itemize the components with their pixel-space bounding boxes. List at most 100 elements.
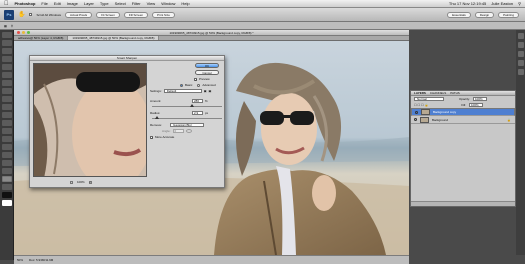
angle-input[interactable]: 0 xyxy=(172,129,184,133)
tab-adhesive[interactable]: adhesive@ 50% (Layer 4, RGB/8) xyxy=(14,36,69,40)
quick-select-tool-icon[interactable] xyxy=(2,56,12,62)
ok-button[interactable]: OK xyxy=(195,63,219,68)
pen-tool-icon[interactable] xyxy=(2,144,12,150)
type-tool-icon[interactable] xyxy=(2,152,12,158)
menu-type[interactable]: Type xyxy=(100,1,109,6)
radius-input[interactable]: 2.9 xyxy=(192,111,203,115)
move-tool-icon[interactable] xyxy=(2,32,12,38)
settings-select[interactable]: Default xyxy=(163,89,202,93)
basic-radio[interactable] xyxy=(180,83,183,87)
zoom-tool-icon[interactable] xyxy=(2,184,12,190)
workspace-essentials[interactable]: Essentials xyxy=(447,11,471,18)
actual-pixels-button[interactable]: Actual Pixels xyxy=(65,11,93,18)
status-zoom[interactable]: 50% xyxy=(17,258,23,262)
dodge-tool-icon[interactable] xyxy=(2,136,12,142)
menu-select[interactable]: Select xyxy=(115,1,126,6)
angle-label: Angle: xyxy=(162,129,171,133)
apple-icon[interactable]:  xyxy=(4,1,9,7)
remove-label: Remove: xyxy=(150,123,163,127)
crop-tool-icon[interactable] xyxy=(2,64,12,70)
tab-channels[interactable]: CHANNELS xyxy=(430,91,446,95)
advanced-radio[interactable] xyxy=(197,83,201,87)
menu-image[interactable]: Image xyxy=(67,1,78,6)
fit-screen-button[interactable]: Fit Screen xyxy=(96,11,120,18)
color-panel-icon[interactable] xyxy=(517,51,524,57)
zoom-icon[interactable]: ⚲ xyxy=(11,24,13,28)
lasso-tool-icon[interactable] xyxy=(2,48,12,54)
eye-icon[interactable] xyxy=(415,110,418,114)
spotlight-icon[interactable]: ⚲ xyxy=(518,1,521,6)
menu-file[interactable]: File xyxy=(41,1,47,6)
history-brush-tool-icon[interactable] xyxy=(2,104,12,110)
menu-help[interactable]: Help xyxy=(181,1,189,6)
remove-select[interactable]: Gaussian Blur xyxy=(170,123,204,127)
arrange-icon[interactable]: ▦ xyxy=(4,24,7,28)
swatches-panel-icon[interactable] xyxy=(517,60,524,66)
hand-tool-icon-selected[interactable] xyxy=(2,176,12,182)
zoom-out-button[interactable]: − xyxy=(70,180,73,184)
save-settings-icon[interactable]: ▣ xyxy=(204,89,207,93)
amount-slider[interactable] xyxy=(152,104,222,108)
styles-panel-icon[interactable] xyxy=(517,69,524,75)
layer-row-background[interactable]: Background 🔒 xyxy=(411,116,515,124)
menu-layer[interactable]: Layer xyxy=(84,1,94,6)
cancel-button[interactable]: Cancel xyxy=(195,70,219,75)
properties-panel-icon[interactable] xyxy=(517,42,524,48)
menubar-user[interactable]: Julie Easton xyxy=(491,1,513,6)
preview-checkbox[interactable]: ✓ xyxy=(194,77,198,81)
clone-tool-icon[interactable] xyxy=(2,96,12,102)
eraser-tool-icon[interactable] xyxy=(2,112,12,118)
background-color-swatch[interactable] xyxy=(2,200,12,206)
blur-tool-icon[interactable] xyxy=(2,128,12,134)
delete-settings-icon[interactable]: ▣ xyxy=(209,89,212,93)
lock-icons[interactable]: ☐ ☐ ☐ 🔒 xyxy=(414,103,428,107)
app-menu[interactable]: Photoshop xyxy=(15,1,36,6)
menu-edit[interactable]: Edit xyxy=(54,1,61,6)
shape-tool-icon[interactable] xyxy=(2,168,12,174)
menu-window[interactable]: Window xyxy=(161,1,175,6)
scroll-all-checkbox[interactable] xyxy=(29,13,33,16)
amount-input[interactable]: 286 xyxy=(192,99,203,103)
tab-paths[interactable]: PATHS xyxy=(450,91,460,95)
status-doc-size[interactable]: Doc: 5.93M/11.9M xyxy=(29,258,53,262)
print-size-button[interactable]: Print Size xyxy=(152,11,175,18)
minimize-icon[interactable] xyxy=(22,31,25,34)
path-select-tool-icon[interactable] xyxy=(2,160,12,166)
more-accurate-checkbox[interactable]: ✓ xyxy=(150,135,154,139)
healing-tool-icon[interactable] xyxy=(2,80,12,86)
filter-preview[interactable] xyxy=(33,63,147,177)
layer-row-background-copy[interactable]: Background copy xyxy=(411,108,515,116)
brush-tool-icon[interactable] xyxy=(2,88,12,94)
foreground-color-swatch[interactable] xyxy=(2,192,12,198)
tab-layers[interactable]: LAYERS xyxy=(414,91,426,95)
more-accurate-label: More Accurate xyxy=(155,135,175,139)
marquee-tool-icon[interactable] xyxy=(2,40,12,46)
layers-panel-footer xyxy=(411,201,515,206)
zoom-in-button[interactable]: + xyxy=(88,180,92,184)
history-panel-icon[interactable] xyxy=(517,33,524,39)
menu-filter[interactable]: Filter xyxy=(132,1,141,6)
workspace-design[interactable]: Design xyxy=(474,11,495,18)
eye-icon[interactable] xyxy=(414,118,417,121)
fill-input[interactable]: 100% xyxy=(468,103,483,107)
hand-tool-icon[interactable]: ✋ xyxy=(18,11,25,18)
eyedropper-tool-icon[interactable] xyxy=(2,72,12,78)
zoom-window-icon[interactable] xyxy=(27,31,30,34)
preview-closeup xyxy=(34,64,146,176)
radius-slider[interactable] xyxy=(152,116,222,120)
options-bar: Ps ✋ Scroll All Windows Actual Pixels Fi… xyxy=(0,8,525,22)
gradient-tool-icon[interactable] xyxy=(2,120,12,126)
close-icon[interactable] xyxy=(17,31,20,34)
workspace-painting[interactable]: Painting xyxy=(498,11,519,18)
preview-zoom-level: 100% xyxy=(77,180,85,184)
tab-current-document[interactable]: 101909065_48734915.jpg @ 50% (Background… xyxy=(68,36,160,40)
menu-view[interactable]: View xyxy=(147,1,156,6)
blend-mode-select[interactable]: Normal xyxy=(414,97,444,101)
fill-screen-button[interactable]: Fill Screen xyxy=(123,11,149,18)
opacity-input[interactable]: 100% xyxy=(473,97,488,101)
dialog-title: Smart Sharpen xyxy=(30,56,224,61)
radius-slider-knob[interactable] xyxy=(155,116,160,119)
amount-slider-knob[interactable] xyxy=(189,104,194,107)
layer-name: Background xyxy=(432,117,449,122)
angle-dial-icon[interactable] xyxy=(185,129,192,133)
